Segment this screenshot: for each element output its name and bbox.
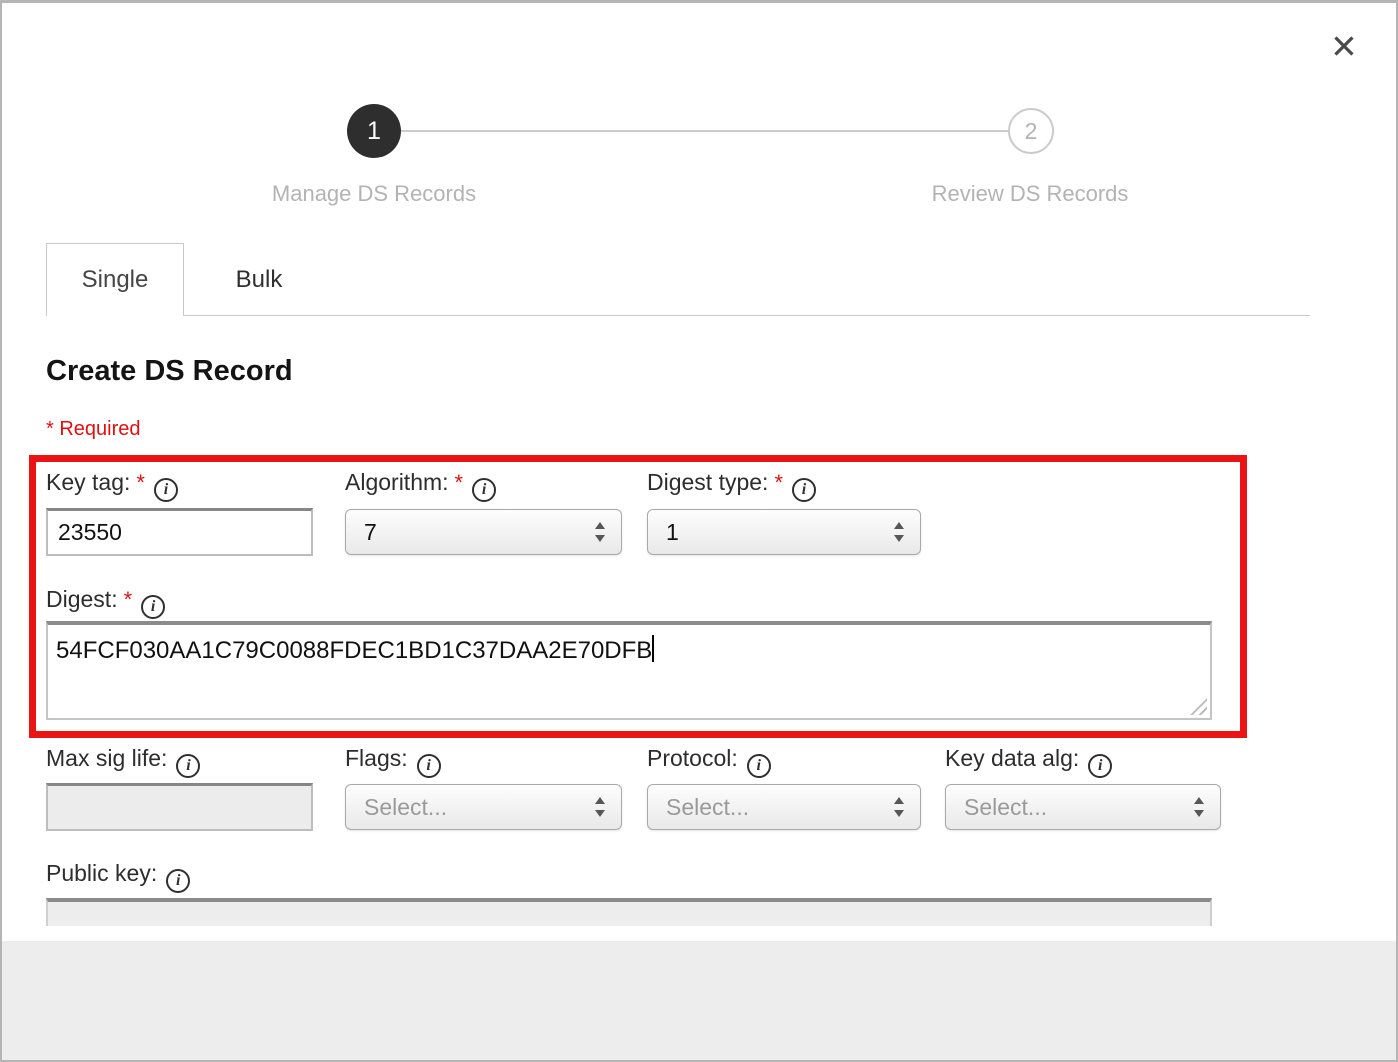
flags-info-icon[interactable]: i <box>417 754 441 778</box>
digest-label-text: Digest: <box>46 586 118 612</box>
public-key-label-text: Public key: <box>46 860 157 886</box>
modal-footer: Cancel Back Next <box>2 941 1396 1062</box>
key-tag-info-icon[interactable]: i <box>154 478 178 502</box>
tab-bulk[interactable]: Bulk <box>185 243 333 316</box>
textarea-resize-handle[interactable] <box>1190 698 1207 715</box>
public-key-info-icon[interactable]: i <box>166 869 190 893</box>
key-data-alg-label-text: Key data alg: <box>945 745 1079 771</box>
key-tag-label: Key tag:* i <box>46 469 178 502</box>
digest-type-label: Digest type:* i <box>647 469 816 502</box>
key-tag-required-asterisk: * <box>136 470 145 495</box>
key-data-alg-select-value: Select... <box>964 794 1047 821</box>
flags-label-text: Flags: <box>345 745 408 771</box>
flags-select[interactable]: Select... <box>345 784 622 830</box>
text-cursor <box>652 635 654 662</box>
digest-value: 54FCF030AA1C79C0088FDEC1BD1C37DAA2E70DFB <box>56 637 652 664</box>
max-sig-life-info-icon[interactable]: i <box>176 754 200 778</box>
public-key-textarea[interactable] <box>46 898 1212 926</box>
create-ds-record-modal: ✕ 1 2 Manage DS Records Review DS Record… <box>0 0 1398 1062</box>
public-key-label: Public key: i <box>46 860 190 893</box>
step-1-circle: 1 <box>347 104 401 158</box>
step-2-label: Review DS Records <box>870 181 1190 207</box>
select-arrows-icon <box>893 797 905 817</box>
algorithm-select-value: 7 <box>364 519 377 546</box>
required-asterisk: * <box>46 418 54 440</box>
max-sig-life-label-text: Max sig life: <box>46 745 167 771</box>
tab-bar: Single Bulk <box>46 243 1310 316</box>
key-data-alg-info-icon[interactable]: i <box>1088 754 1112 778</box>
key-tag-input[interactable] <box>46 508 313 556</box>
digest-type-required-asterisk: * <box>774 470 783 495</box>
protocol-label: Protocol: i <box>647 745 771 778</box>
stepper-connector-line <box>401 130 1008 132</box>
page-title: Create DS Record <box>46 355 293 388</box>
flags-select-value: Select... <box>364 794 447 821</box>
digest-info-icon[interactable]: i <box>141 595 165 619</box>
digest-textarea[interactable]: 54FCF030AA1C79C0088FDEC1BD1C37DAA2E70DFB <box>46 621 1212 720</box>
protocol-label-text: Protocol: <box>647 745 738 771</box>
digest-type-select[interactable]: 1 <box>647 509 921 555</box>
required-note-text: Required <box>59 418 140 440</box>
digest-type-select-value: 1 <box>666 519 679 546</box>
algorithm-info-icon[interactable]: i <box>472 478 496 502</box>
algorithm-label-text: Algorithm: <box>345 469 449 495</box>
key-tag-label-text: Key tag: <box>46 469 130 495</box>
algorithm-label: Algorithm:* i <box>345 469 496 502</box>
select-arrows-icon <box>1193 797 1205 817</box>
select-arrows-icon <box>893 522 905 542</box>
algorithm-select[interactable]: 7 <box>345 509 622 555</box>
key-data-alg-select[interactable]: Select... <box>945 784 1221 830</box>
max-sig-life-input[interactable] <box>46 783 313 831</box>
protocol-select[interactable]: Select... <box>647 784 921 830</box>
digest-type-label-text: Digest type: <box>647 469 768 495</box>
algorithm-required-asterisk: * <box>455 470 464 495</box>
max-sig-life-label: Max sig life: i <box>46 745 200 778</box>
digest-required-asterisk: * <box>124 587 133 612</box>
protocol-info-icon[interactable]: i <box>747 754 771 778</box>
flags-label: Flags: i <box>345 745 441 778</box>
digest-type-info-icon[interactable]: i <box>792 478 816 502</box>
protocol-select-value: Select... <box>666 794 749 821</box>
select-arrows-icon <box>594 797 606 817</box>
close-icon[interactable]: ✕ <box>1322 25 1366 69</box>
step-2-circle: 2 <box>1008 108 1054 154</box>
select-arrows-icon <box>594 522 606 542</box>
tab-single[interactable]: Single <box>46 243 184 316</box>
step-1-label: Manage DS Records <box>214 181 534 207</box>
required-note: * Required <box>46 418 141 441</box>
key-data-alg-label: Key data alg: i <box>945 745 1112 778</box>
digest-label: Digest:* i <box>46 586 165 619</box>
